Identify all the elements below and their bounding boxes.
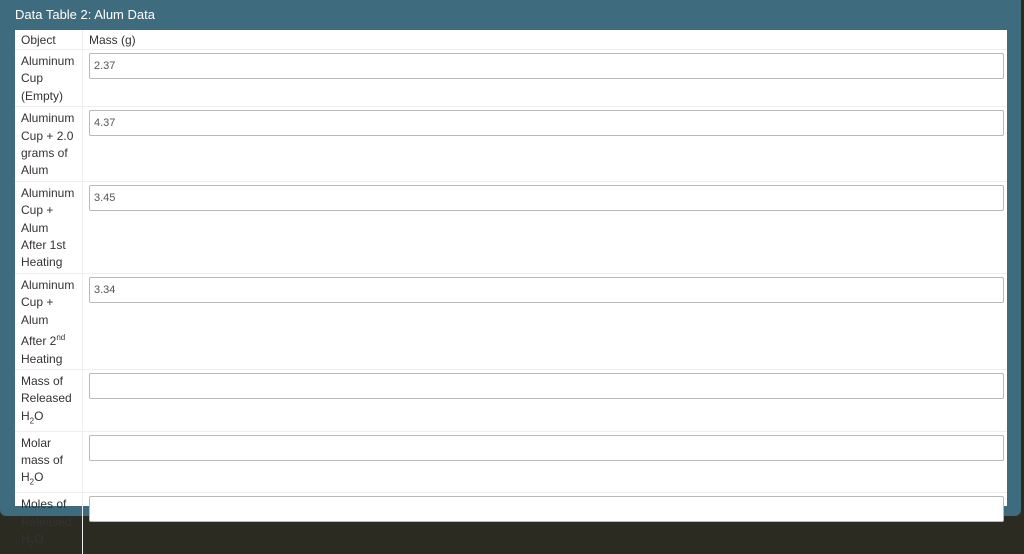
mass-input[interactable] (89, 496, 1004, 523)
mass-input[interactable] (89, 110, 1004, 137)
mass-input[interactable] (89, 276, 1004, 303)
row-label: Aluminum Cup + 2.0 grams of Alum (15, 106, 83, 182)
data-table-card: Object Mass (g) AluminumCup(Empty)Alumin… (15, 30, 1007, 554)
row-label: Moles of Released H2O (15, 492, 83, 554)
mass-input[interactable] (89, 434, 1004, 461)
table-row: Mass of Released H2O (15, 368, 1007, 432)
row-label: Mass of Released H2O (15, 368, 83, 432)
mass-input[interactable] (89, 53, 1004, 79)
header-row: Object Mass (g) (15, 30, 1007, 50)
row-label: Aluminum Cup + Alum After 1st Heating (15, 180, 83, 274)
row-label: Molar mass of H2O (15, 430, 83, 493)
row-label: Aluminum Cup + Alum After 2nd Heating (15, 272, 83, 370)
header-object: Object (15, 30, 83, 50)
table-row: Aluminum Cup + 2.0 grams of Alum (15, 106, 1007, 182)
table-row: Moles of Released H2O (15, 492, 1007, 554)
mass-input[interactable] (89, 184, 1004, 211)
data-table-panel: Data Table 2: Alum Data Object Mass (g) … (0, 0, 1021, 554)
table-row: Aluminum Cup (Empty) (15, 48, 1007, 107)
table-row: Aluminum Cup + Alum After 1st Heating (15, 180, 1007, 274)
mass-input[interactable] (89, 372, 1004, 399)
row-label: Aluminum Cup (Empty) (15, 48, 83, 107)
table-row: Aluminum Cup + Alum After 2nd Heating (15, 272, 1007, 370)
alum-data-table: Object Mass (g) AluminumCup(Empty)Alumin… (15, 30, 1007, 554)
header-mass: Mass (g) (89, 33, 136, 47)
panel-title: Data Table 2: Alum Data (15, 7, 155, 22)
table-row: Molar mass of H2O (15, 430, 1007, 493)
